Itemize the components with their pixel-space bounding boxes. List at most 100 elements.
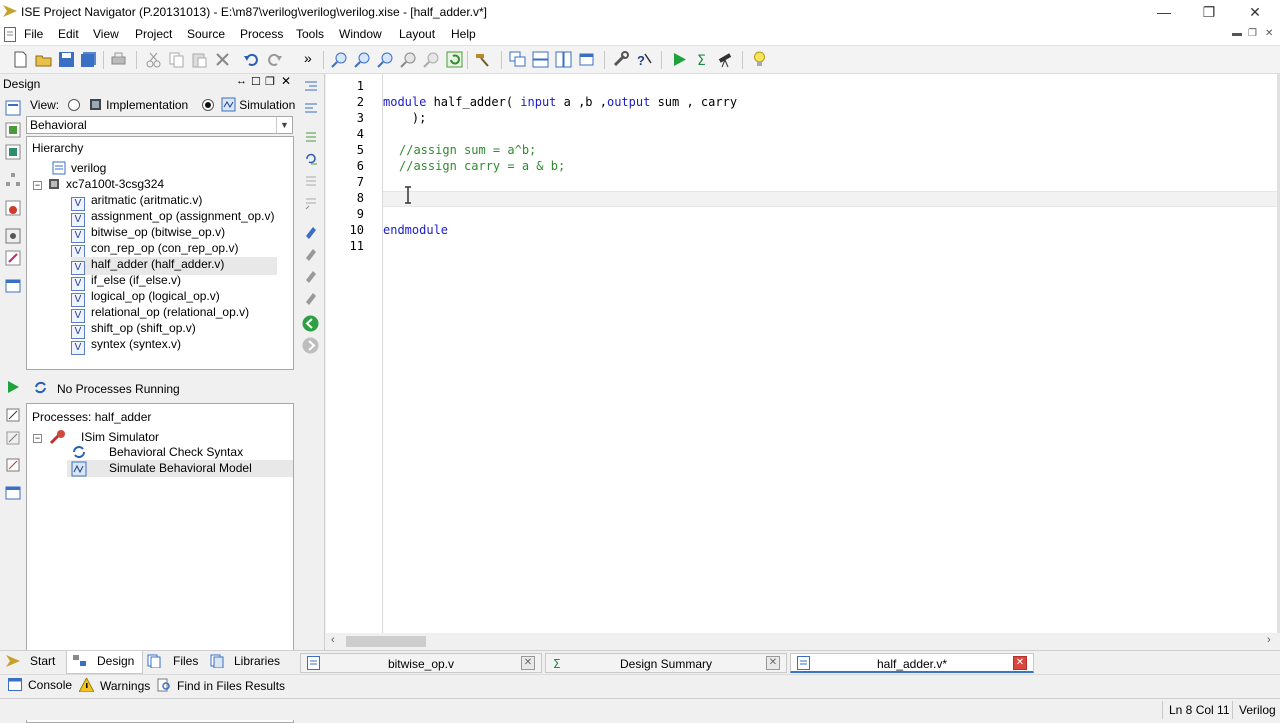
paste-icon[interactable] [191,51,208,68]
uncomment-icon[interactable] [303,151,319,167]
add-copy-source-icon[interactable] [5,144,21,160]
collapse-icon[interactable]: − [33,181,42,190]
clear-bookmarks-icon[interactable] [303,289,319,305]
toggle-bookmark-icon[interactable] [303,223,319,239]
menu-tools[interactable]: Tools [296,27,324,41]
print-icon[interactable] [110,51,127,68]
run-icon[interactable] [671,51,688,68]
undo-icon[interactable] [243,51,260,68]
indent-left-icon[interactable] [303,79,319,95]
run-process-icon[interactable] [6,380,20,394]
zoom-area-icon[interactable] [423,51,440,68]
telescope-icon[interactable] [717,51,734,68]
menu-file[interactable]: File [24,27,43,41]
code-editor[interactable]: 1 2 3 4 5 6 7 8 9 10 11 module half_adder( input a… [326,74,1280,650]
toolbar-overflow-icon[interactable]: » [304,50,312,66]
mdi-minimize-button[interactable]: ▬ [1232,28,1242,39]
tab-files[interactable]: Files [147,654,198,669]
tab-libraries[interactable]: Libraries [210,654,280,669]
save-icon[interactable] [58,51,75,68]
previous-bookmark-icon[interactable] [303,267,319,283]
view-filter-select[interactable]: Behavioral ▼ [26,116,293,134]
properties-icon[interactable] [5,228,21,244]
cascade-windows-icon[interactable] [509,51,526,68]
hierarchy-icon[interactable] [5,172,21,188]
tab-find-in-files[interactable]: Find in Files Results [157,678,285,693]
minimize-button[interactable]: — [1141,0,1187,24]
panel-float-icon[interactable]: ↔ [236,75,247,87]
process-tool-2-icon[interactable] [5,430,21,446]
new-file-icon[interactable] [12,51,29,68]
tree-file-item[interactable]: Vsyntex (syntex.v) [71,337,181,355]
close-tab-icon[interactable]: ✕ [521,656,535,670]
add-source-icon[interactable] [5,122,21,138]
design-view-icon[interactable] [5,100,21,116]
edit-source-icon[interactable] [5,250,21,266]
open-folder-icon[interactable] [35,51,52,68]
save-all-icon[interactable] [80,51,97,68]
tab-design[interactable]: Design [66,651,144,674]
restore-windows-icon[interactable] [578,51,595,68]
process-layout-icon[interactable] [5,485,21,501]
tree-project-item[interactable]: verilog [52,161,106,175]
process-tool-item[interactable]: − ISim Simulator [33,429,159,445]
doc-tab-half-adder[interactable]: half_adder.v* ✕ [790,653,1034,673]
collapse-icon[interactable]: − [33,434,42,443]
tile-vertical-icon[interactable] [555,51,572,68]
panel-restore-icon[interactable]: ❐ [265,75,275,88]
menu-process[interactable]: Process [240,27,283,41]
zoom-out-icon[interactable] [354,51,371,68]
doc-tab-bitwise[interactable]: bitwise_op.v ✕ [300,653,542,673]
zoom-select-icon[interactable] [400,51,417,68]
go-back-icon[interactable] [302,315,319,332]
tab-start[interactable]: Start [6,654,55,668]
sigma-icon[interactable]: Σ [694,51,711,68]
scroll-left-icon[interactable]: ‹ [331,634,335,646]
scrollbar-thumb[interactable] [346,636,426,647]
context-help-icon[interactable]: ? [635,51,652,68]
menu-window[interactable]: Window [339,27,382,41]
delete-icon[interactable] [214,51,231,68]
tab-console[interactable]: Console [8,678,72,692]
close-tab-icon[interactable]: ✕ [766,656,780,670]
insert-template-icon[interactable] [303,173,319,189]
tab-warnings[interactable]: Warnings [78,676,150,693]
tile-horizontal-icon[interactable] [532,51,549,68]
implementation-radio[interactable] [68,99,81,111]
menu-help[interactable]: Help [451,27,476,41]
close-button[interactable]: ✕ [1232,0,1278,24]
scroll-right-icon[interactable]: › [1267,634,1271,646]
process-check-syntax[interactable]: Behavioral Check Syntax [71,444,243,460]
menu-edit[interactable]: Edit [58,27,79,41]
process-tool-3-icon[interactable] [5,457,21,473]
refresh-icon[interactable] [446,51,463,68]
lightbulb-icon[interactable] [751,51,768,68]
indent-right-icon[interactable] [303,101,319,117]
menu-view[interactable]: View [93,27,119,41]
cut-icon[interactable] [145,51,162,68]
bookmark-icon[interactable] [303,195,319,211]
copy-icon[interactable] [168,51,185,68]
tree-device-item[interactable]: − xc7a100t-3csg324 [33,177,164,191]
menu-layout[interactable]: Layout [399,27,435,41]
restore-button[interactable]: ❐ [1186,0,1232,24]
hammer-icon[interactable] [474,51,491,68]
menu-project[interactable]: Project [135,27,172,41]
process-tool-1-icon[interactable] [5,407,21,423]
simulation-radio[interactable] [201,99,214,111]
next-bookmark-icon[interactable] [303,245,319,261]
zoom-in-icon[interactable] [331,51,348,68]
redo-icon[interactable] [266,51,283,68]
go-forward-icon[interactable] [302,337,319,354]
chevron-down-icon[interactable]: ▼ [276,117,292,133]
zoom-fit-icon[interactable] [377,51,394,68]
panel-maximize-icon[interactable]: ☐ [251,75,261,88]
menu-source[interactable]: Source [187,27,225,41]
comment-icon[interactable] [303,129,319,145]
panel-close-icon[interactable]: ✕ [281,74,291,88]
doc-tab-design-summary[interactable]: Σ Design Summary ✕ [545,653,787,673]
horizontal-scrollbar[interactable]: ‹ › [326,633,1280,650]
wrench-icon[interactable] [612,51,629,68]
remove-source-icon[interactable] [5,200,21,216]
panel-layout-icon[interactable] [5,278,21,294]
